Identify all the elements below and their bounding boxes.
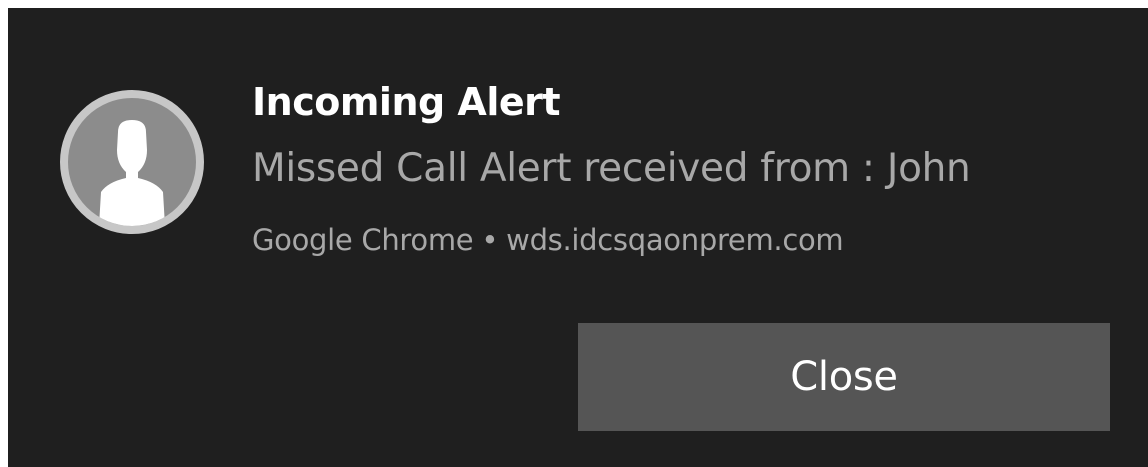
notification-message: Missed Call Alert received from : John	[252, 146, 971, 191]
separator: •	[481, 223, 499, 257]
notification-attribution: Google Chrome • wds.idcsqaonprem.com	[252, 223, 844, 257]
origin-domain: wds.idcsqaonprem.com	[506, 223, 844, 257]
close-button[interactable]: Close	[578, 323, 1110, 431]
app-name: Google Chrome	[252, 223, 474, 257]
avatar	[60, 90, 204, 234]
user-silhouette-icon	[99, 120, 165, 226]
notification-toast: Incoming Alert Missed Call Alert receive…	[8, 8, 1148, 467]
notification-title: Incoming Alert	[252, 80, 561, 124]
